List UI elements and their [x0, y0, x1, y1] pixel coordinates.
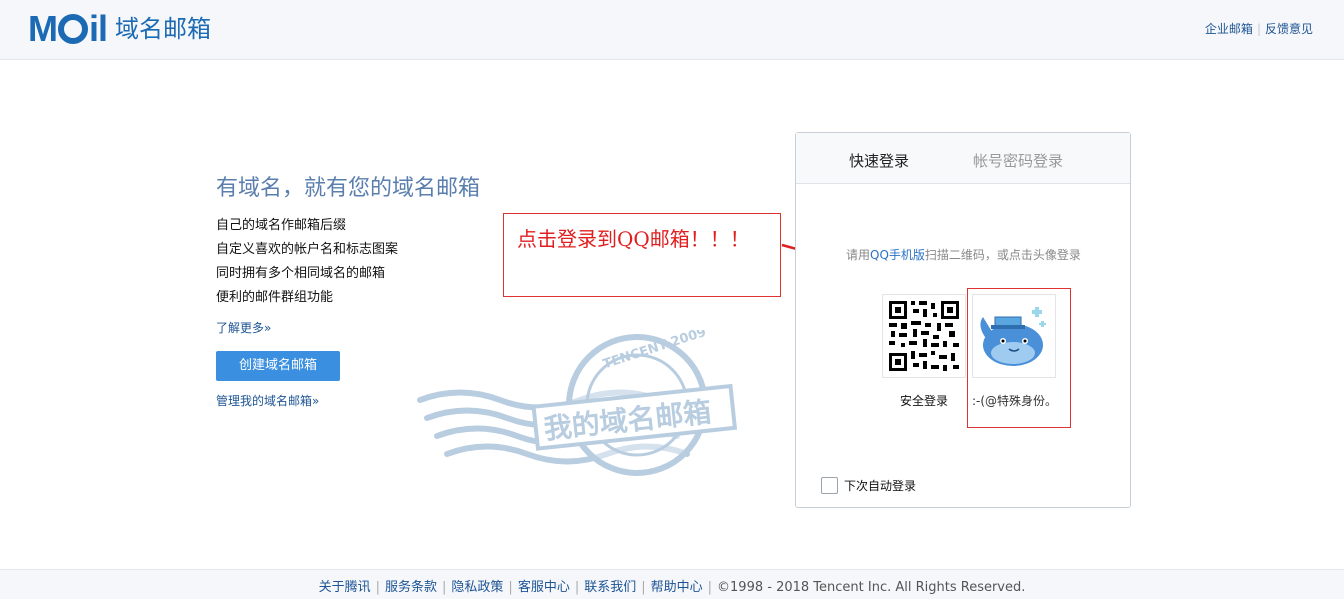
qr-code-icon [889, 301, 959, 371]
auto-login-checkbox[interactable] [821, 477, 838, 494]
annotation-box: 点击登录到QQ邮箱！！！ [503, 213, 781, 297]
footer-link-help[interactable]: 帮助中心 [651, 580, 703, 595]
logo-text: 域名邮箱 [115, 15, 212, 43]
annotation-text: 点击登录到QQ邮箱！！！ [517, 227, 750, 251]
enterprise-mail-link[interactable]: 企业邮箱 [1205, 22, 1253, 36]
hint-prefix: 请用 [846, 248, 871, 262]
manage-domain-mail-link[interactable]: 管理我的域名邮箱» [216, 392, 319, 409]
auto-login-option[interactable]: 下次自动登录 [821, 477, 916, 494]
create-domain-mail-button[interactable]: 创建域名邮箱 [216, 351, 340, 381]
hint-suffix: 扫描二维码，或点击头像登录 [924, 248, 1081, 262]
feature-item: 自己的域名作邮箱后缀 [216, 218, 347, 233]
auto-login-label: 下次自动登录 [844, 479, 917, 493]
feature-item: 便利的邮件群组功能 [216, 290, 334, 305]
qr-code[interactable] [882, 294, 966, 378]
feature-item: 同时拥有多个相同域名的邮箱 [216, 266, 386, 281]
login-hint: 请用QQ手机版扫描二维码，或点击头像登录 [846, 246, 1081, 263]
footer-link-about[interactable]: 关于腾讯 [319, 580, 371, 595]
postmark-stamp-image: TENCENT 2009 我的域名邮箱 [417, 330, 738, 476]
avatar-highlight-box [967, 288, 1071, 428]
footer-link-terms[interactable]: 服务条款 [385, 580, 437, 595]
feedback-link[interactable]: 反馈意见 [1265, 22, 1313, 36]
copyright: ©1998 - 2018 Tencent Inc. All Rights Res… [717, 580, 1026, 595]
top-header: Mil 域名邮箱 企业邮箱 | 反馈意见 [0, 0, 1344, 60]
login-panel: 快速登录 帐号密码登录 请用QQ手机版扫描二维码，或点击头像登录 安全登录:-… [795, 132, 1131, 508]
divider: | [707, 580, 713, 595]
login-tabs: 快速登录 帐号密码登录 [796, 133, 1130, 184]
divider: | [375, 580, 380, 595]
footer: 关于腾讯 | 服务条款 | 隐私政策 | 客服中心 | 联系我们 | 帮助中心 | ©1998 - 20… [0, 569, 1344, 599]
feature-item: 自定义喜欢的帐户名和标志图案 [216, 242, 399, 257]
footer-link-privacy[interactable]: 隐私政策 [451, 580, 503, 595]
footer-link-support[interactable]: 客服中心 [518, 580, 570, 595]
divider: | [1256, 22, 1261, 36]
header-links: 企业邮箱 | 反馈意见 [1205, 20, 1313, 37]
tab-account-password-login[interactable]: 帐号密码登录 [973, 150, 1063, 171]
divider: | [641, 580, 646, 595]
secure-login-label: 安全登录 [900, 394, 949, 408]
promo-title: 有域名，就有您的域名邮箱 [216, 176, 481, 201]
divider: | [508, 580, 513, 595]
footer-link-contact[interactable]: 联系我们 [584, 580, 636, 595]
divider: | [442, 580, 447, 595]
feature-list: 自己的域名作邮箱后缀 自定义喜欢的帐户名和标志图案 同时拥有多个相同域名的邮箱 … [216, 214, 398, 310]
qq-mobile-link[interactable]: QQ手机版 [870, 248, 925, 262]
learn-more-link[interactable]: 了解更多» [216, 319, 271, 336]
mail-logo-mark: Mil [28, 8, 108, 49]
divider: | [574, 580, 580, 595]
mail-logo[interactable]: Mil 域名邮箱 [28, 11, 211, 47]
tab-quick-login[interactable]: 快速登录 [849, 150, 909, 171]
